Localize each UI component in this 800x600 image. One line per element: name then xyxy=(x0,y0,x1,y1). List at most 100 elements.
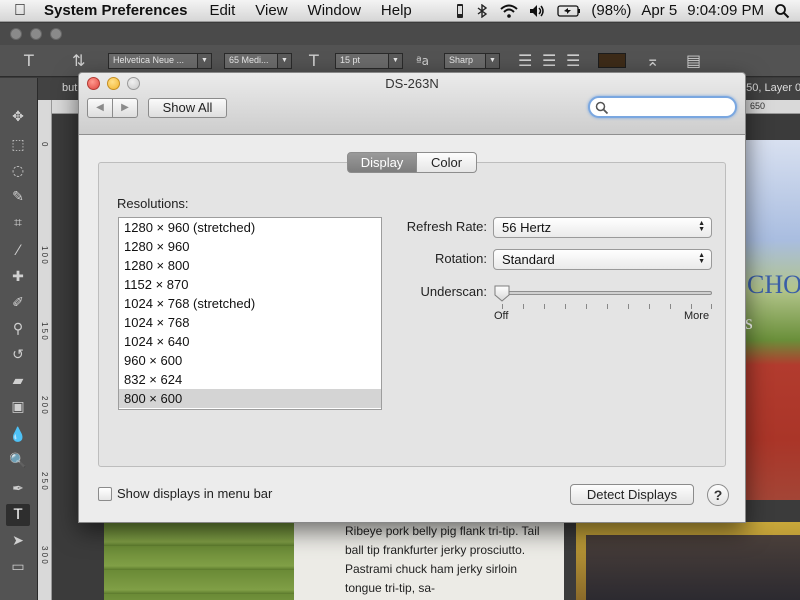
photoshop-titlebar xyxy=(0,23,800,45)
underscan-label: Underscan: xyxy=(420,284,487,299)
stamp-tool-icon[interactable]: ⚲ xyxy=(6,318,30,340)
eyedropper-tool-icon[interactable]: ⁄ xyxy=(6,240,30,262)
font-size-value: 15 pt xyxy=(340,55,361,65)
dodge-tool-icon[interactable]: 🔍 xyxy=(6,450,30,472)
search-input[interactable] xyxy=(612,99,730,115)
brush-tool-icon[interactable]: ✐ xyxy=(6,292,30,314)
ps-minimize-dot[interactable] xyxy=(30,28,42,40)
type-tool-preset-icon[interactable]: T xyxy=(24,51,34,70)
crop-tool-icon[interactable]: ⌗ xyxy=(6,212,30,234)
photoshop-toolbox: ✥ ⬚ ◌ ✎ ⌗ ⁄ ✚ ✐ ⚲ ↺ ▰ ▣ 💧 🔍 ✒ T ➤ ▭ xyxy=(0,78,38,600)
text-orientation-icon[interactable]: ⇅ xyxy=(72,51,85,70)
resolution-item[interactable]: 832 × 624 xyxy=(119,370,381,389)
underscan-slider-knob[interactable] xyxy=(493,284,511,302)
menu-clock[interactable]: 9:04:09 PM xyxy=(687,2,764,19)
bluetooth-icon[interactable] xyxy=(475,3,489,18)
shape-tool-icon[interactable]: ▭ xyxy=(6,556,30,578)
search-icon xyxy=(595,101,609,115)
show-displays-checkbox[interactable] xyxy=(98,487,112,501)
antialias-icon-letter: a xyxy=(421,54,430,68)
slider-tick xyxy=(649,304,650,309)
character-panel-icon[interactable]: ▤ xyxy=(686,51,701,70)
ruler-h-mark: 650 xyxy=(750,101,766,111)
show-all-button[interactable]: Show All xyxy=(148,98,227,118)
tab-display[interactable]: Display xyxy=(347,152,417,173)
resolution-item[interactable]: 1152 × 870 xyxy=(119,275,381,294)
refresh-rate-popup[interactable]: 56 Hertz ▲ ▼ xyxy=(493,217,712,238)
gradient-tool-icon[interactable]: ▣ xyxy=(6,396,30,418)
menu-extras: (98%) Apr 5 9:04:09 PM xyxy=(455,2,800,19)
font-family-select[interactable]: Helvetica Neue ... ▼ xyxy=(108,53,212,69)
device-icon[interactable] xyxy=(455,3,465,18)
text-color-swatch[interactable] xyxy=(598,53,626,68)
menu-app-name[interactable]: System Preferences xyxy=(40,2,199,19)
antialias-select[interactable]: Sharp ▼ xyxy=(444,53,500,69)
rotation-popup[interactable]: Standard ▲ ▼ xyxy=(493,249,712,270)
align-left-icon[interactable]: ☰ xyxy=(518,51,532,70)
resolutions-list[interactable]: 1280 × 960 (stretched) 1280 × 960 1280 ×… xyxy=(118,217,382,410)
underscan-min-label: Off xyxy=(494,310,509,322)
align-center-icon[interactable]: ☰ xyxy=(542,51,556,70)
resolution-item[interactable]: 1280 × 960 (stretched) xyxy=(119,218,381,237)
resolution-item[interactable]: 1024 × 640 xyxy=(119,332,381,351)
font-size-select[interactable]: 15 pt ▼ xyxy=(335,53,403,69)
align-right-icon[interactable]: ☰ xyxy=(566,51,580,70)
history-brush-icon[interactable]: ↺ xyxy=(6,344,30,366)
artwork-subheading: s xyxy=(745,312,753,334)
resolution-item[interactable]: 1024 × 768 (stretched) xyxy=(119,294,381,313)
help-button[interactable]: ? xyxy=(707,484,729,506)
refresh-rate-label: Refresh Rate: xyxy=(406,219,487,234)
menu-date[interactable]: Apr 5 xyxy=(641,2,677,19)
ps-close-dot[interactable] xyxy=(10,28,22,40)
document-tab[interactable]: but xyxy=(62,82,77,94)
font-style-select[interactable]: 65 Medi... ▼ xyxy=(224,53,292,69)
resolution-item[interactable]: 1280 × 800 xyxy=(119,256,381,275)
vertical-ruler: 0 1 0 0 1 5 0 2 0 0 2 5 0 3 0 0 xyxy=(38,100,52,600)
ruler-v-mark: 3 0 0 xyxy=(40,546,49,564)
chevron-left-icon: ◀ xyxy=(96,102,104,113)
type-tool-icon[interactable]: T xyxy=(6,504,30,526)
menu-view[interactable]: View xyxy=(245,2,297,19)
canvas-artwork-grass xyxy=(104,522,294,600)
show-displays-label[interactable]: Show displays in menu bar xyxy=(117,486,272,501)
move-tool-icon[interactable]: ✥ xyxy=(6,106,30,128)
resolution-item[interactable]: 1280 × 960 xyxy=(119,237,381,256)
back-button[interactable]: ◀ xyxy=(87,98,113,118)
marquee-tool-icon[interactable]: ⬚ xyxy=(6,134,30,156)
volume-icon[interactable] xyxy=(529,4,547,18)
ps-zoom-dot[interactable] xyxy=(50,28,62,40)
slider-tick xyxy=(565,304,566,309)
canvas-artwork-right: CHO s xyxy=(745,140,800,500)
resolution-item[interactable]: 960 × 600 xyxy=(119,351,381,370)
menu-window[interactable]: Window xyxy=(298,2,371,19)
resolution-item-selected[interactable]: 800 × 600 xyxy=(119,389,381,408)
battery-icon[interactable] xyxy=(557,4,581,18)
detect-displays-button[interactable]: Detect Displays xyxy=(570,484,694,505)
refresh-rate-value: 56 Hertz xyxy=(502,220,552,235)
warp-text-icon[interactable]: ⌅ xyxy=(646,51,659,70)
chevron-down-icon: ▼ xyxy=(277,54,291,68)
lasso-tool-icon[interactable]: ◌ xyxy=(6,160,30,182)
menu-help[interactable]: Help xyxy=(371,2,422,19)
spotlight-icon[interactable] xyxy=(774,3,790,19)
wifi-icon[interactable] xyxy=(499,4,519,18)
eraser-tool-icon[interactable]: ▰ xyxy=(6,370,30,392)
forward-button[interactable]: ▶ xyxy=(112,98,138,118)
menu-edit[interactable]: Edit xyxy=(199,2,245,19)
tab-color[interactable]: Color xyxy=(417,152,477,173)
blur-tool-icon[interactable]: 💧 xyxy=(6,424,30,446)
path-select-tool-icon[interactable]: ➤ xyxy=(6,530,30,552)
underscan-slider-track[interactable] xyxy=(502,291,712,295)
resolution-item[interactable]: 1024 × 768 xyxy=(119,313,381,332)
healing-tool-icon[interactable]: ✚ xyxy=(6,266,30,288)
ruler-v-mark: 2 0 0 xyxy=(40,396,49,414)
apple-menu-icon[interactable]:  xyxy=(0,2,40,20)
quick-select-tool-icon[interactable]: ✎ xyxy=(6,186,30,208)
chevron-down-icon: ▼ xyxy=(388,54,402,68)
artwork-body-text: Ribeye pork belly pig flank tri-tip. Tai… xyxy=(345,524,540,595)
antialias-icon: ªa xyxy=(416,54,430,68)
pen-tool-icon[interactable]: ✒ xyxy=(6,478,30,500)
ruler-v-mark: 1 5 0 xyxy=(40,322,49,340)
search-field[interactable] xyxy=(588,96,737,118)
menu-bar:  System Preferences Edit View Window He… xyxy=(0,0,800,22)
